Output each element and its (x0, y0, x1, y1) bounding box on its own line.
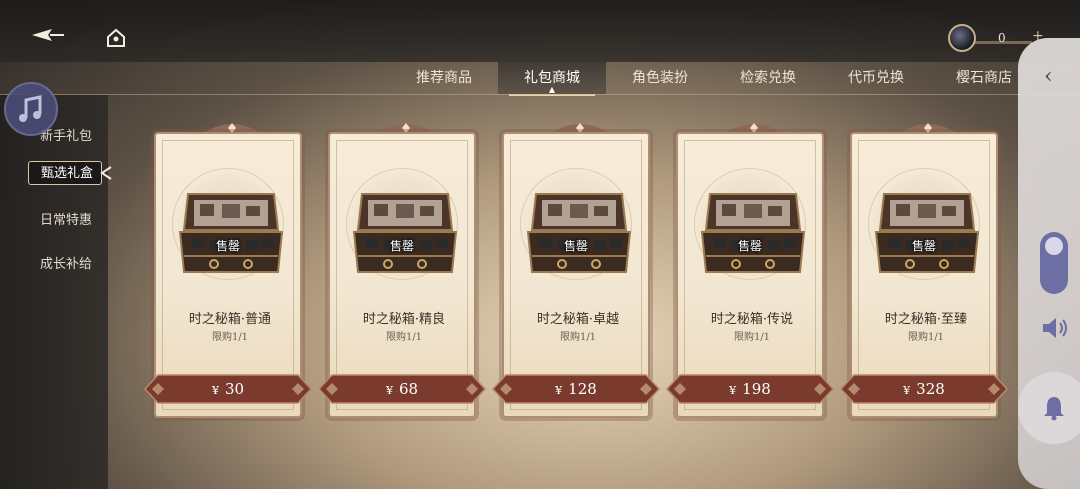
price-button[interactable]: ¥30 (144, 374, 312, 404)
chest-icon (874, 193, 980, 273)
purchase-limit: 限购1/1 (733, 332, 771, 343)
card-title: 时之秘箱·普通 (188, 312, 272, 327)
price-amount: 128 (568, 380, 597, 398)
card-title: 时之秘箱·至臻 (884, 312, 968, 327)
top-bar: 0 + (0, 0, 1080, 62)
gift-box-card-2[interactable]: 售罄 时之秘箱·精良 限购1/1 ¥68 (318, 118, 488, 418)
card-title: 时之秘箱·传说 (710, 312, 794, 327)
gift-box-card-1[interactable]: 售罄 时之秘箱·普通 限购1/1 ¥30 (144, 118, 314, 418)
currency-symbol: ¥ (555, 384, 563, 397)
price-button[interactable]: ¥68 (318, 374, 486, 404)
price-amount: 30 (224, 380, 245, 398)
tab-token-exchange[interactable]: 代币兑换 (822, 62, 930, 94)
purchase-limit: 限购1/1 (907, 332, 945, 343)
price-button[interactable]: ¥328 (840, 374, 1008, 404)
back-arrow-icon[interactable] (30, 27, 66, 43)
selected-arrow-icon (100, 166, 112, 180)
chest-icon (352, 193, 458, 273)
purchase-limit: 限购1/1 (211, 332, 249, 343)
tabs-divider (0, 94, 1080, 95)
purchase-limit: 限购1/1 (559, 332, 597, 343)
currency-orb-icon (948, 24, 976, 52)
currency-symbol: ¥ (729, 384, 737, 397)
price-label: ¥30 (144, 374, 312, 404)
price-label: ¥68 (318, 374, 486, 404)
price-amount: 68 (398, 380, 419, 398)
chest-icon (178, 193, 284, 273)
price-button[interactable]: ¥198 (666, 374, 834, 404)
price-amount: 198 (742, 380, 771, 398)
currency-value: 0 (998, 31, 1006, 45)
shop-tabs: 推荐商品 礼包商城 ▲ 角色装扮 检索兑换 代币兑换 樱石商店 (380, 62, 1030, 96)
card-title: 时之秘箱·卓越 (536, 312, 620, 327)
tab-costumes[interactable]: 角色装扮 (606, 62, 714, 94)
currency-symbol: ¥ (903, 384, 911, 397)
sold-out-tag: 售罄 (389, 239, 415, 253)
sidebar-item-daily-deals[interactable]: 日常特惠 (0, 209, 108, 228)
speaker-icon[interactable] (1040, 314, 1070, 342)
sold-out-tag: 售罄 (215, 239, 241, 253)
chest-icon (526, 193, 632, 273)
panel-toggle[interactable] (1040, 232, 1068, 294)
music-note-icon[interactable] (4, 82, 58, 136)
sold-out-tag: 售罄 (737, 239, 763, 253)
price-button[interactable]: ¥128 (492, 374, 660, 404)
gift-box-card-5[interactable]: 售罄 时之秘箱·至臻 限购1/1 ¥328 (840, 118, 1010, 418)
price-label: ¥328 (840, 374, 1008, 404)
gift-box-card-3[interactable]: 售罄 时之秘箱·卓越 限购1/1 ¥128 (492, 118, 662, 418)
card-title: 时之秘箱·精良 (362, 312, 446, 327)
bell-icon[interactable] (1042, 395, 1066, 421)
chevron-left-icon[interactable]: ‹ (1044, 66, 1053, 88)
currency-symbol: ¥ (385, 384, 393, 397)
price-label: ¥128 (492, 374, 660, 404)
toggle-knob (1045, 237, 1063, 255)
price-amount: 328 (916, 380, 945, 398)
sidebar-item-selected-boxes[interactable]: 甄选礼盒 (28, 161, 102, 185)
category-sidebar: 新手礼包 甄选礼盒 日常特惠 成长补给 (0, 95, 108, 489)
sold-out-tag: 售罄 (911, 239, 937, 253)
chest-icon (700, 193, 806, 273)
active-tab-caret-icon: ▲ (548, 85, 556, 94)
tab-recommended[interactable]: 推荐商品 (390, 62, 498, 94)
home-icon[interactable] (106, 28, 126, 48)
currency-symbol: ¥ (211, 384, 219, 397)
tab-search-exchange[interactable]: 检索兑换 (714, 62, 822, 94)
sold-out-tag: 售罄 (563, 239, 589, 253)
price-label: ¥198 (666, 374, 834, 404)
gift-box-card-4[interactable]: 售罄 时之秘箱·传说 限购1/1 ¥198 (666, 118, 836, 418)
sidebar-item-growth-supply[interactable]: 成长补给 (0, 253, 108, 272)
purchase-limit: 限购1/1 (385, 332, 423, 343)
tab-gift-packs[interactable]: 礼包商城 ▲ (498, 62, 606, 96)
